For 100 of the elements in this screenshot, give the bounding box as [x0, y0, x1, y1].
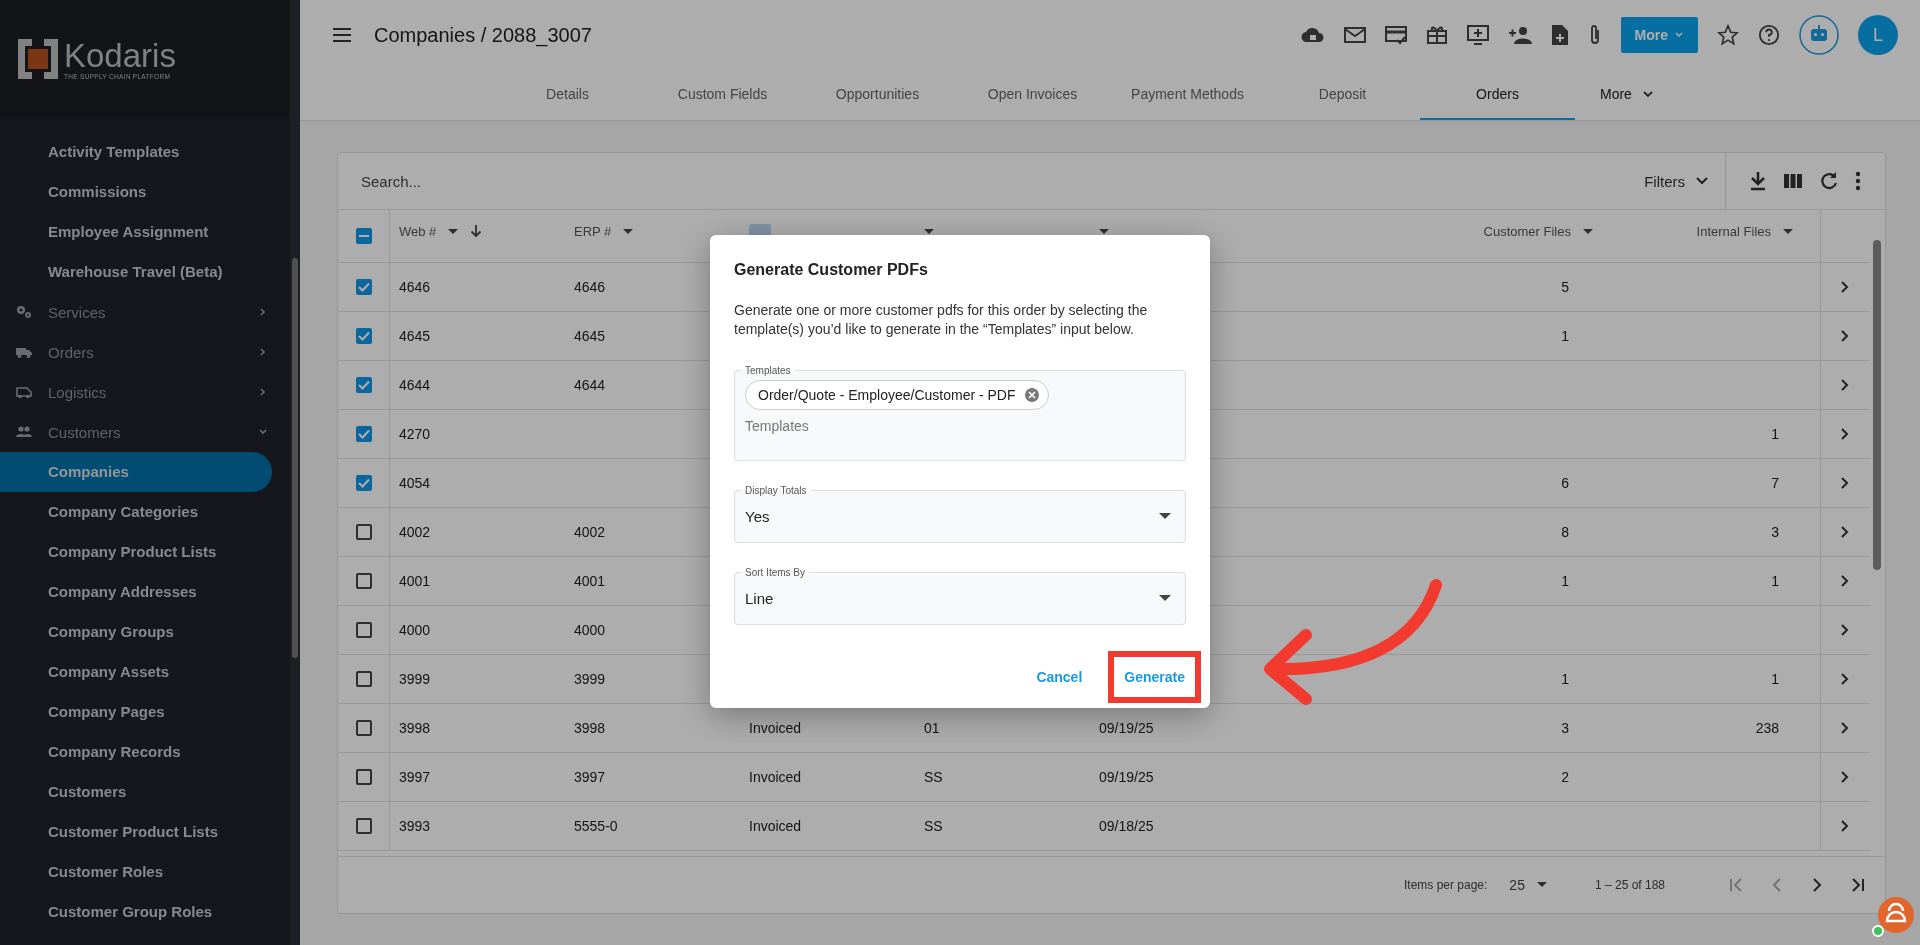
help-icon[interactable]	[1758, 24, 1780, 46]
sidebar-item[interactable]: Companies	[0, 452, 272, 492]
row-checkbox[interactable]	[355, 279, 372, 295]
caret-icon[interactable]	[1583, 229, 1593, 235]
star-icon[interactable]	[1717, 24, 1739, 46]
sidebar-item[interactable]: Company Pages	[0, 692, 272, 732]
sidebar-group[interactable]: Services	[0, 292, 290, 332]
table-cell: 3997	[399, 769, 431, 785]
chevron-right-icon[interactable]	[1840, 476, 1850, 490]
chevron-right-icon[interactable]	[1840, 819, 1850, 833]
chat-icon[interactable]	[1872, 895, 1916, 939]
cloud-lock-icon[interactable]	[1300, 25, 1325, 45]
chevron-right-icon[interactable]	[1840, 770, 1850, 784]
sort-down-icon[interactable]	[470, 224, 483, 238]
credit-card-icon[interactable]	[1384, 25, 1407, 45]
sidebar-group[interactable]: Orders	[0, 332, 290, 372]
sidebar-group[interactable]: Logistics	[0, 372, 290, 412]
chevron-right-icon[interactable]	[1840, 378, 1850, 392]
gift-icon[interactable]	[1425, 25, 1448, 45]
sidebar-item[interactable]: Customers	[0, 772, 272, 812]
tab[interactable]: Deposit	[1265, 70, 1420, 120]
tab[interactable]: Opportunities	[800, 70, 955, 120]
filters-button[interactable]: Filters	[1638, 153, 1725, 209]
sidebar-item[interactable]: Employee Assignment	[0, 212, 272, 252]
add-person-icon[interactable]	[1507, 26, 1532, 44]
table-cell: 09/19/25	[1099, 720, 1154, 736]
page-range: 1 – 25 of 188	[1594, 878, 1665, 892]
row-checkbox[interactable]	[355, 769, 372, 785]
chevron-right-icon[interactable]	[1840, 574, 1850, 588]
row-checkbox[interactable]	[355, 475, 372, 491]
chevron-right-icon[interactable]	[1840, 280, 1850, 294]
sidebar-item[interactable]: Activity Templates	[0, 132, 272, 172]
sidebar-item[interactable]: Company Assets	[0, 652, 272, 692]
remove-icon[interactable]	[1023, 387, 1040, 403]
field-label: Sort Items By	[744, 567, 806, 578]
column-header[interactable]: Internal Files	[1696, 224, 1771, 239]
sidebar-item[interactable]: Customer Group Roles	[0, 892, 272, 932]
row-checkbox[interactable]	[355, 671, 372, 687]
table-cell: 5	[1561, 279, 1569, 295]
robot-icon[interactable]	[1799, 15, 1839, 55]
chevron-right-icon[interactable]	[1840, 525, 1850, 539]
chevron-right-icon[interactable]	[1840, 329, 1850, 343]
mail-icon[interactable]	[1343, 26, 1366, 44]
chevron-right-icon	[258, 307, 268, 317]
row-checkbox[interactable]	[355, 328, 372, 344]
sidebar-item[interactable]: Commissions	[0, 172, 272, 212]
tab[interactable]: Orders	[1420, 70, 1575, 120]
sidebar-item[interactable]: Customer Roles	[0, 852, 272, 892]
sidebar-scrollbar[interactable]	[290, 0, 300, 945]
select-all-checkbox[interactable]	[355, 228, 372, 244]
row-checkbox[interactable]	[355, 426, 372, 442]
page-size-select[interactable]: 25	[1509, 877, 1547, 893]
select-field[interactable]: Display Totals Yes	[734, 485, 1186, 543]
template-chip[interactable]: Order/Quote - Employee/Customer - PDF	[745, 380, 1049, 410]
row-checkbox[interactable]	[355, 622, 372, 638]
caret-icon[interactable]	[623, 229, 634, 235]
chevron-right-icon[interactable]	[1840, 672, 1850, 686]
row-checkbox[interactable]	[355, 573, 372, 589]
more-vertical-icon[interactable]	[1855, 171, 1861, 191]
row-checkbox[interactable]	[355, 524, 372, 540]
caret-icon[interactable]	[1783, 229, 1793, 235]
sidebar-item[interactable]: Customer Product Lists	[0, 812, 272, 852]
chevron-right-icon[interactable]	[1840, 623, 1850, 637]
chevron-right-icon[interactable]	[1840, 427, 1850, 441]
table-cell: 4644	[574, 377, 606, 393]
sidebar-item[interactable]: Company Categories	[0, 492, 272, 532]
tab[interactable]: Details	[490, 70, 645, 120]
column-header[interactable]: Web #	[399, 224, 437, 239]
caret-icon[interactable]	[448, 229, 459, 235]
sidebar-item[interactable]: Company Addresses	[0, 572, 272, 612]
add-file-icon[interactable]	[1550, 24, 1569, 46]
sidebar-item[interactable]: Company Product Lists	[0, 532, 272, 572]
column-header[interactable]: Customer Files	[1483, 224, 1571, 239]
row-checkbox[interactable]	[355, 377, 372, 393]
tab[interactable]: Payment Methods	[1110, 70, 1265, 120]
row-checkbox[interactable]	[355, 720, 372, 736]
column-header[interactable]: ERP #	[574, 224, 612, 239]
sidebar-group[interactable]: Customers	[0, 412, 290, 452]
dialog-button[interactable]: Cancel	[1020, 651, 1099, 703]
columns-icon[interactable]	[1783, 173, 1803, 189]
monitor-plus-icon[interactable]	[1466, 25, 1489, 45]
download-icon[interactable]	[1749, 171, 1767, 191]
sidebar-item[interactable]: Company Records	[0, 732, 272, 772]
table-cell: 3	[1561, 720, 1569, 736]
row-checkbox[interactable]	[355, 818, 372, 834]
refresh-icon[interactable]	[1819, 171, 1839, 191]
select-field[interactable]: Sort Items By Line	[734, 567, 1186, 625]
chevron-right-icon[interactable]	[1840, 721, 1850, 735]
tab[interactable]: Custom Fields	[645, 70, 800, 120]
last-page-icon[interactable]	[1849, 877, 1865, 893]
dialog-title: Generate Customer PDFs	[734, 261, 929, 279]
more-tab[interactable]: More	[1590, 70, 1664, 120]
dialog-button[interactable]: Generate	[1108, 651, 1201, 703]
sidebar-item[interactable]: Warehouse Travel (Beta)	[0, 252, 272, 292]
caret-icon	[1159, 595, 1171, 601]
sidebar-item[interactable]: Company Groups	[0, 612, 272, 652]
menu-icon[interactable]	[332, 27, 352, 43]
table-cell: 1	[1771, 426, 1779, 442]
templates-field[interactable]: Templates Order/Quote - Employee/Customer - PDF Templates	[734, 365, 1186, 461]
tab[interactable]: Open Invoices	[955, 70, 1110, 120]
